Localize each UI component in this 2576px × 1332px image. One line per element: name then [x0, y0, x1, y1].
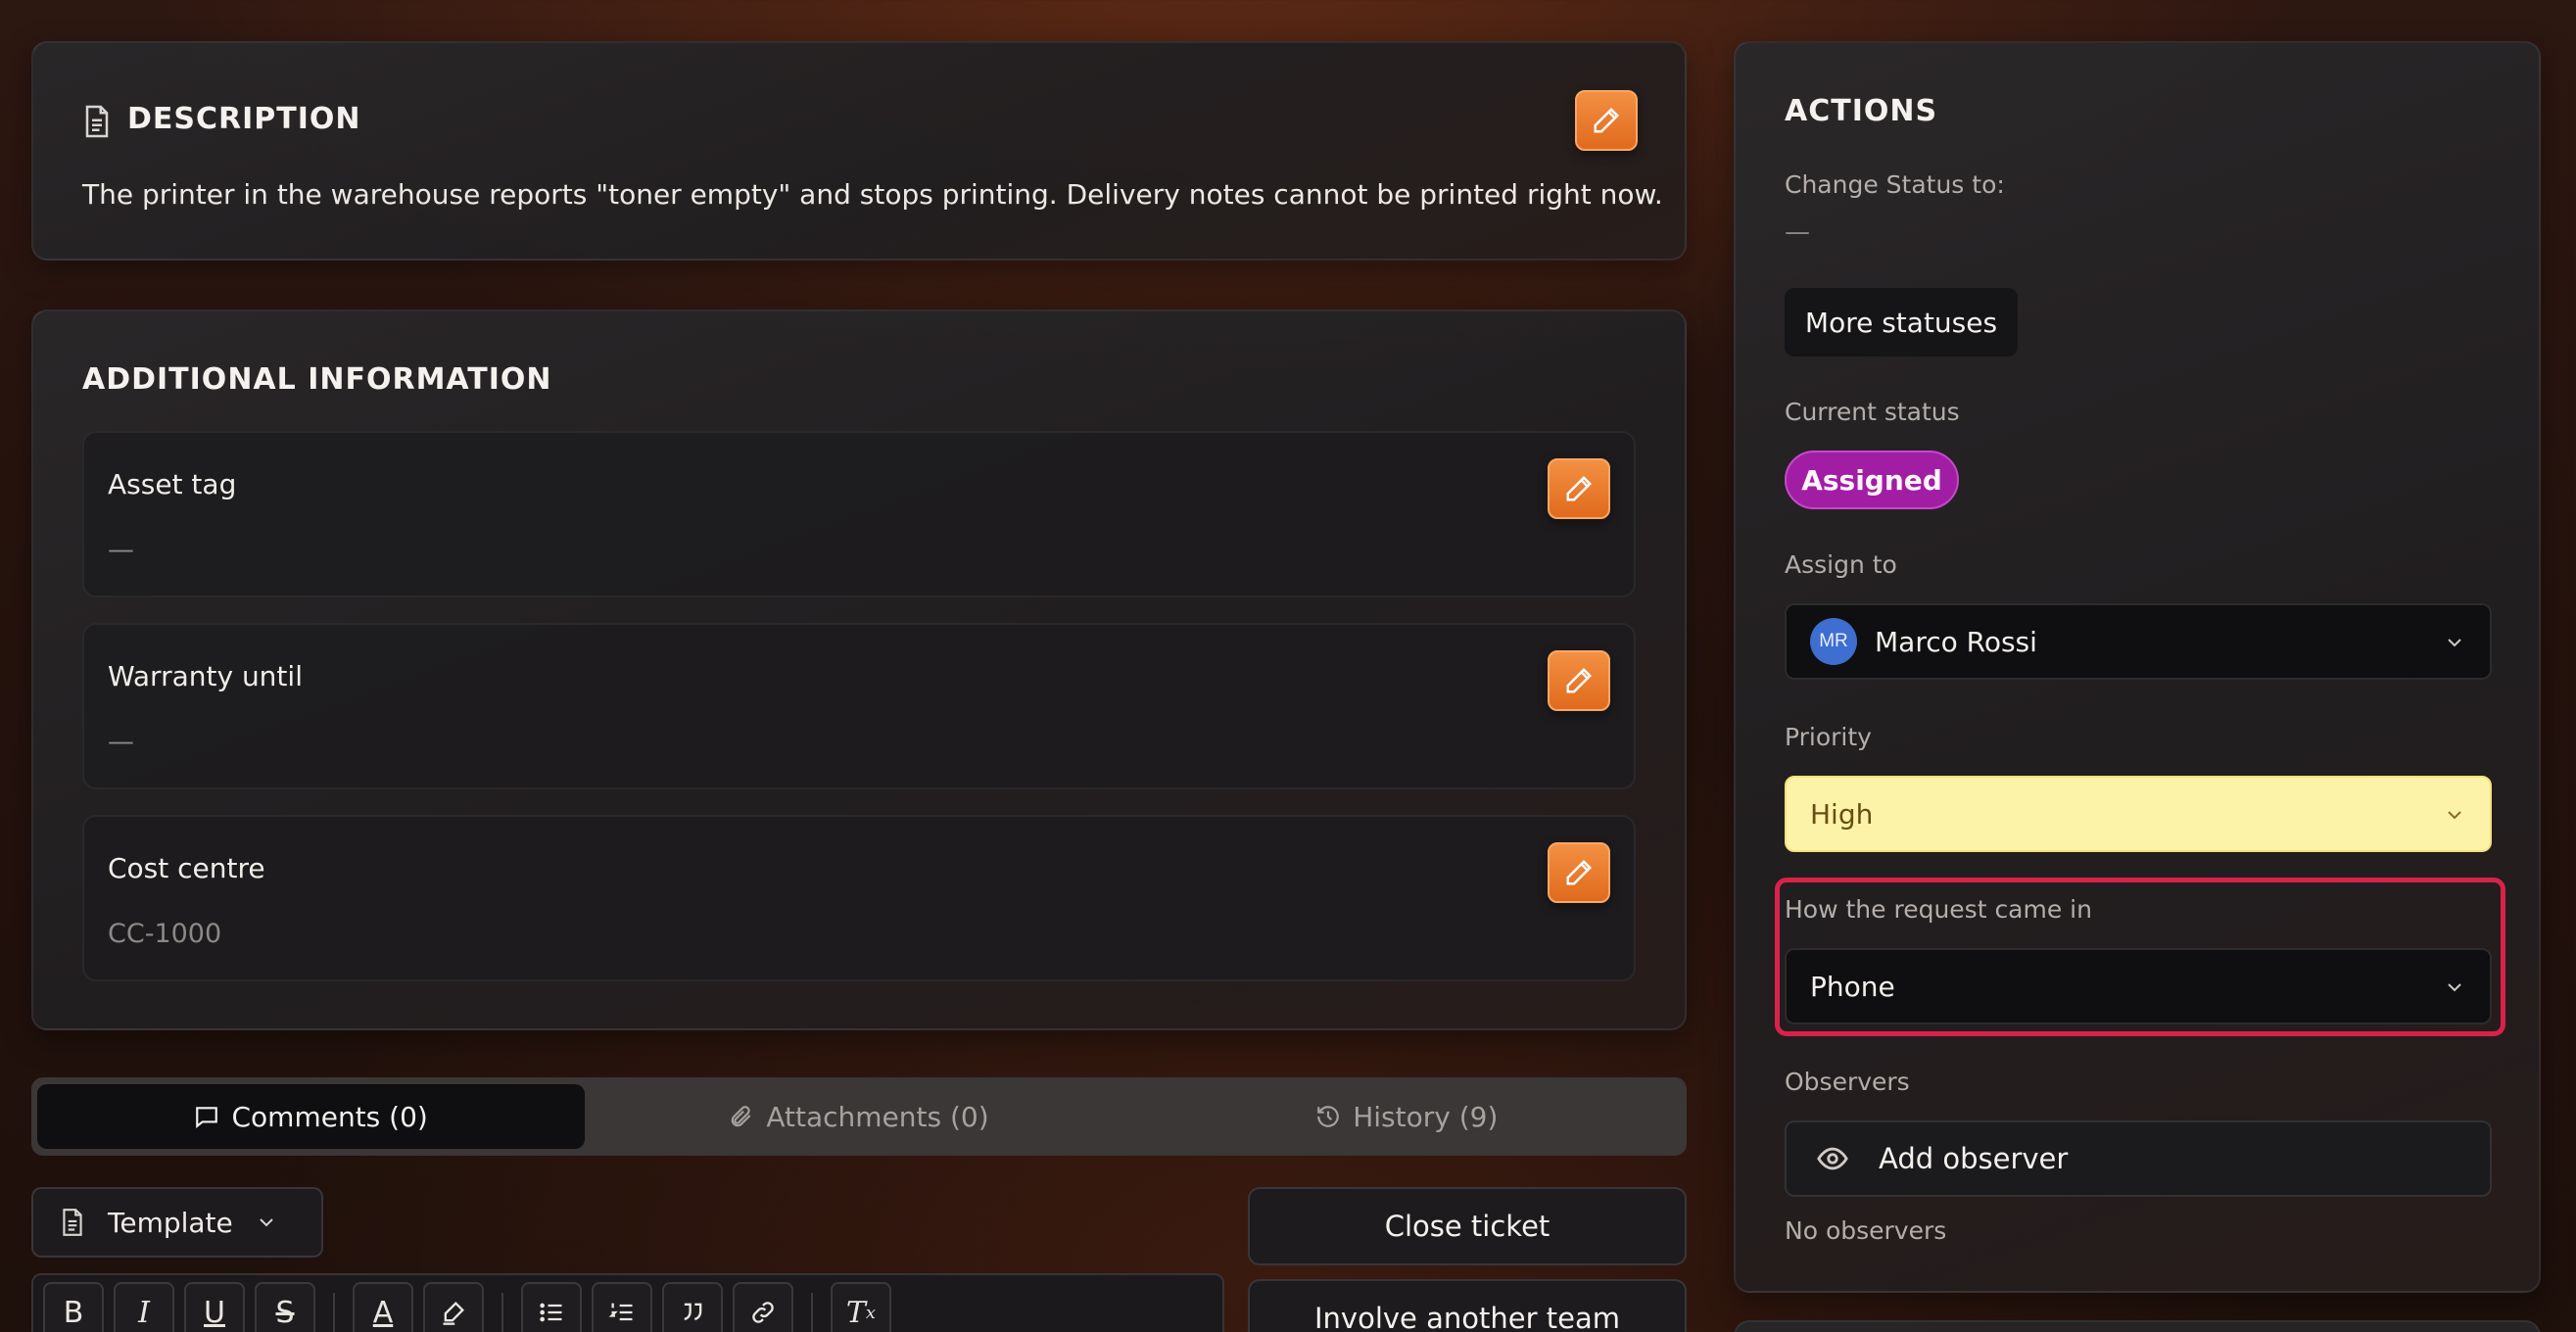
involve-team-button[interactable]: Involve another team — [1248, 1279, 1687, 1332]
pencil-icon — [1566, 859, 1593, 885]
tab-label: Attachments (0) — [766, 1100, 989, 1133]
editor-toolbar: B I U S A Tx — [31, 1273, 1224, 1332]
text-color-button[interactable]: A — [353, 1282, 413, 1332]
priority-select[interactable]: High — [1785, 776, 2492, 852]
bullet-list-button[interactable] — [521, 1282, 582, 1332]
add-observer-label: Add observer — [1879, 1142, 2069, 1175]
field-value: — — [108, 727, 134, 757]
document-icon — [85, 105, 109, 138]
description-text: The printer in the warehouse reports "to… — [82, 178, 1663, 211]
observers-label: Observers — [1785, 1068, 1910, 1096]
chevron-down-icon — [260, 1218, 273, 1227]
numbered-list-button[interactable] — [592, 1282, 652, 1332]
tab-history[interactable]: History (9) — [1133, 1084, 1681, 1149]
pencil-icon — [1594, 107, 1620, 133]
current-status-label: Current status — [1785, 398, 1960, 426]
more-statuses-button[interactable]: More statuses — [1785, 288, 2018, 357]
close-ticket-button[interactable]: Close ticket — [1248, 1187, 1687, 1265]
toolbar-divider — [811, 1293, 813, 1332]
channel-label: How the request came in — [1785, 895, 2092, 924]
field-value: — — [108, 535, 134, 565]
eye-icon — [1817, 1147, 1848, 1170]
tab-comments[interactable]: Comments (0) — [37, 1084, 586, 1149]
field-cost-centre: Cost centre CC-1000 — [82, 815, 1636, 981]
assignee-name: Marco Rossi — [1875, 625, 2037, 658]
history-icon — [1317, 1106, 1340, 1127]
assignee-select[interactable]: MR Marco Rossi — [1785, 603, 2492, 680]
paperclip-icon — [732, 1106, 751, 1127]
description-title: DESCRIPTION — [127, 102, 361, 136]
chevron-down-icon — [2448, 639, 2461, 647]
tab-label: Comments (0) — [231, 1100, 428, 1133]
actions-title: ACTIONS — [1785, 94, 1938, 128]
chevron-down-icon — [2448, 811, 2461, 820]
add-observer-button[interactable]: Add observer — [1785, 1120, 2492, 1197]
toolbar-divider — [501, 1293, 503, 1332]
avatar: MR — [1810, 618, 1857, 665]
priority-value: High — [1810, 797, 1874, 831]
activity-tabs: Comments (0) Attachments (0) History (9) — [31, 1077, 1687, 1156]
template-dropdown[interactable]: Template — [31, 1187, 323, 1258]
highlight-button[interactable] — [423, 1282, 484, 1332]
description-panel: DESCRIPTION The printer in the warehouse… — [31, 41, 1687, 261]
change-status-label: Change Status to: — [1785, 170, 2005, 199]
field-label: Warranty until — [108, 660, 303, 692]
strikethrough-button[interactable]: S — [255, 1282, 315, 1332]
status-badge: Assigned — [1785, 451, 1959, 509]
field-value: CC-1000 — [108, 919, 222, 949]
comment-icon — [196, 1107, 218, 1129]
link-button[interactable] — [733, 1282, 793, 1332]
no-observers-text: No observers — [1785, 1216, 1947, 1245]
bullet-list-icon — [540, 1303, 562, 1322]
chevron-down-icon — [2448, 983, 2461, 992]
field-label: Cost centre — [108, 852, 265, 884]
numbered-list-icon — [608, 1303, 633, 1321]
toolbar-divider — [333, 1293, 335, 1332]
italic-button[interactable]: I — [114, 1282, 174, 1332]
edit-cost-centre-button[interactable] — [1548, 842, 1610, 903]
priority-label: Priority — [1785, 723, 1872, 751]
quote-button[interactable] — [662, 1282, 723, 1332]
link-icon — [752, 1302, 774, 1323]
highlighter-icon — [443, 1302, 464, 1325]
actions-panel: ACTIONS Change Status to: — More statuse… — [1734, 41, 2541, 1293]
edit-asset-tag-button[interactable] — [1548, 458, 1610, 519]
bold-button[interactable]: B — [43, 1282, 104, 1332]
channel-value: Phone — [1810, 970, 1895, 1003]
field-asset-tag: Asset tag — — [82, 431, 1636, 597]
additional-info-title: ADDITIONAL INFORMATION — [82, 362, 552, 397]
next-panel — [1734, 1320, 2541, 1332]
field-label: Asset tag — [108, 468, 237, 500]
edit-description-button[interactable] — [1575, 90, 1638, 151]
clear-formatting-button[interactable]: Tx — [831, 1282, 891, 1332]
underline-button[interactable]: U — [184, 1282, 245, 1332]
template-label: Template — [108, 1206, 233, 1239]
change-status-value: — — [1785, 217, 1810, 247]
edit-warranty-button[interactable] — [1548, 650, 1610, 711]
assign-to-label: Assign to — [1785, 550, 1897, 579]
pencil-icon — [1566, 667, 1593, 693]
field-warranty-until: Warranty until — — [82, 623, 1636, 789]
channel-select[interactable]: Phone — [1785, 948, 2492, 1024]
pencil-icon — [1566, 475, 1593, 501]
tab-label: History (9) — [1353, 1100, 1499, 1133]
quote-icon — [684, 1303, 702, 1321]
tab-attachments[interactable]: Attachments (0) — [585, 1084, 1132, 1149]
additional-info-panel: ADDITIONAL INFORMATION Asset tag — Warra… — [31, 309, 1687, 1030]
document-icon — [63, 1209, 82, 1236]
